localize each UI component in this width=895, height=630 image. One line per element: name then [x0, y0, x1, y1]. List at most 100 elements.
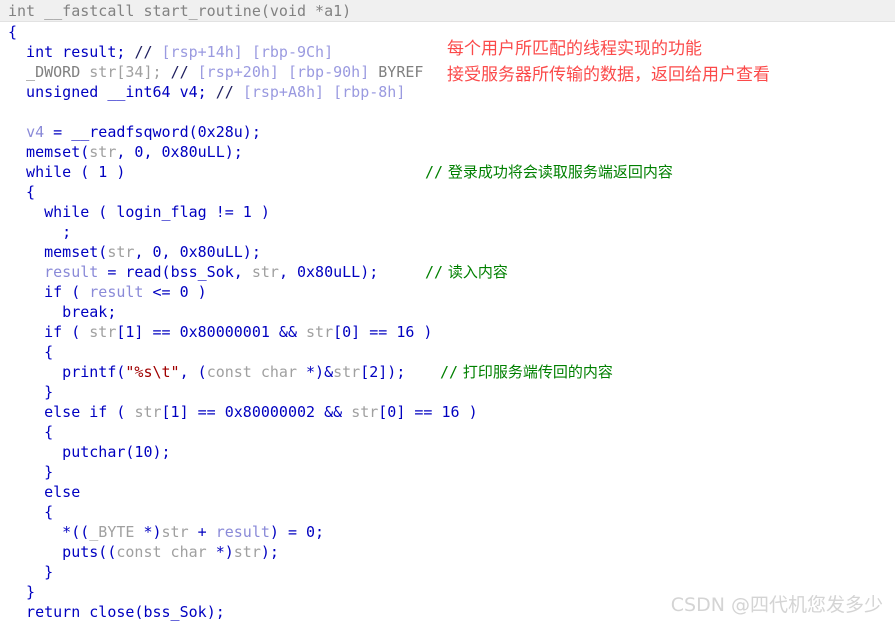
code-line[interactable]: puts((const char *)str);: [0, 542, 895, 562]
function-signature-text: int __fastcall start_routine(void *a1): [8, 2, 352, 20]
code-token: puts((: [8, 543, 117, 561]
code-token: [1] == 0x80000002 &&: [161, 403, 352, 421]
code-line[interactable]: while ( 1 ) // 登录成功将会读取服务端返回内容: [0, 162, 895, 182]
code-line[interactable]: *((_BYTE *)str + result) = 0;: [0, 522, 895, 542]
code-token: //: [170, 63, 198, 81]
pseudocode-window: int __fastcall start_routine(void *a1) {…: [0, 0, 895, 630]
code-token: else: [8, 483, 81, 501]
comment-slashes: //: [425, 163, 444, 181]
code-token: str[34];: [89, 63, 171, 81]
code-token: v4: [26, 123, 45, 141]
code-line[interactable]: v4 = __readfsqword(0x28u);: [0, 122, 895, 142]
comment-slashes: //: [425, 263, 444, 281]
code-token: str: [107, 243, 135, 261]
code-token: *((: [8, 523, 90, 541]
comment-text: 读入内容: [443, 263, 508, 281]
code-token: {: [8, 343, 54, 361]
code-token: +: [188, 523, 216, 541]
code-token: else if (: [8, 403, 135, 421]
code-token: }: [8, 463, 54, 481]
code-token: result: [44, 263, 99, 281]
code-token: [0] == 16 ): [378, 403, 478, 421]
code-line[interactable]: memset(str, 0, 0x80uLL);: [0, 242, 895, 262]
code-token: [1] == 0x80000001 &&: [116, 323, 307, 341]
code-token: "%s\t": [125, 363, 180, 381]
code-token: if (: [8, 283, 90, 301]
code-token: = read(: [98, 263, 171, 281]
code-token: );: [260, 543, 279, 561]
code-line[interactable]: }: [0, 562, 895, 582]
code-line[interactable]: printf("%s\t", (const char *)&str[2]); //…: [0, 362, 895, 382]
annotation-line-1: 每个用户所匹配的线程实现的功能: [447, 39, 702, 59]
code-token: != 1 ): [206, 203, 270, 221]
code-line[interactable]: else if ( str[1] == 0x80000002 && str[0]…: [0, 402, 895, 422]
code-line[interactable]: if ( str[1] == 0x80000001 && str[0] == 1…: [0, 322, 895, 342]
code-token: if (: [8, 323, 90, 341]
code-line[interactable]: }: [0, 382, 895, 402]
code-token: [rsp+14h] [rbp-9Ch]: [161, 43, 334, 61]
code-token: *)&: [306, 363, 334, 381]
code-token: result: [215, 523, 270, 541]
code-token: ) = 0;: [269, 523, 325, 541]
code-token: bss_Sok: [170, 263, 234, 281]
code-token: [rsp+20h] [rbp-90h]: [197, 63, 379, 81]
code-line[interactable]: {: [0, 502, 895, 522]
inline-comment: // 登录成功将会读取服务端返回内容: [425, 162, 673, 182]
code-token: //: [215, 83, 243, 101]
code-token: str: [306, 323, 334, 341]
code-token: str: [89, 323, 117, 341]
code-token: bss_Sok: [143, 603, 207, 621]
code-token: result: [89, 283, 144, 301]
code-line[interactable]: }: [0, 462, 895, 482]
code-token: ,: [233, 263, 252, 281]
code-token: str: [233, 543, 261, 561]
code-token: *): [143, 523, 162, 541]
code-token: }: [8, 583, 36, 601]
code-token: str: [333, 363, 361, 381]
code-line[interactable]: break;: [0, 302, 895, 322]
code-token: memset(: [8, 243, 108, 261]
csdn-watermark: CSDN @四代机您发多少: [670, 594, 883, 616]
code-token: break;: [8, 303, 117, 321]
code-line[interactable]: ;: [0, 222, 895, 242]
code-token: , 0, 0x80uLL);: [116, 143, 243, 161]
comment-slashes: //: [440, 363, 459, 381]
code-line[interactable]: while ( login_flag != 1 ): [0, 202, 895, 222]
code-token: _BYTE: [89, 523, 144, 541]
red-annotation-group: 每个用户所匹配的线程实现的功能 接受服务器所传输的数据，返回给用户查看: [447, 36, 887, 88]
code-area[interactable]: { int result; // [rsp+14h] [rbp-9Ch] _DW…: [0, 22, 895, 630]
code-line[interactable]: {: [0, 342, 895, 362]
code-line[interactable]: putchar(10);: [0, 442, 895, 462]
code-token: {: [8, 423, 54, 441]
code-line[interactable]: [0, 102, 895, 122]
code-token: //: [134, 43, 162, 61]
code-token: login_flag: [116, 203, 207, 221]
code-line[interactable]: {: [0, 182, 895, 202]
code-token: ;: [8, 223, 72, 241]
code-line[interactable]: {: [0, 422, 895, 442]
code-token: [rsp+A8h] [rbp-8h]: [242, 83, 406, 101]
code-token: int result;: [8, 43, 135, 61]
code-token: const char: [206, 363, 307, 381]
code-token: {: [8, 503, 54, 521]
code-line[interactable]: memset(str, 0, 0x80uLL);: [0, 142, 895, 162]
comment-text: 登录成功将会读取服务端返回内容: [443, 163, 673, 181]
code-token: putchar(10);: [8, 443, 171, 461]
code-line[interactable]: if ( result <= 0 ): [0, 282, 895, 302]
code-token: , 0, 0x80uLL);: [134, 243, 261, 261]
code-token: str: [351, 403, 379, 421]
code-token: BYREF: [378, 63, 424, 81]
code-token: str: [89, 143, 117, 161]
inline-comment: // 打印服务端传回的内容: [440, 362, 613, 382]
code-token: }: [8, 383, 54, 401]
code-token: );: [206, 603, 225, 621]
code-token: unsigned __int64 v4;: [8, 83, 216, 101]
code-token: <= 0 ): [143, 283, 207, 301]
code-token: }: [8, 563, 54, 581]
code-line[interactable]: else: [0, 482, 895, 502]
code-token: , (: [179, 363, 207, 381]
code-line[interactable]: result = read(bss_Sok, str, 0x80uLL); // …: [0, 262, 895, 282]
comment-text: 打印服务端传回的内容: [458, 363, 613, 381]
code-token: return close(: [8, 603, 144, 621]
